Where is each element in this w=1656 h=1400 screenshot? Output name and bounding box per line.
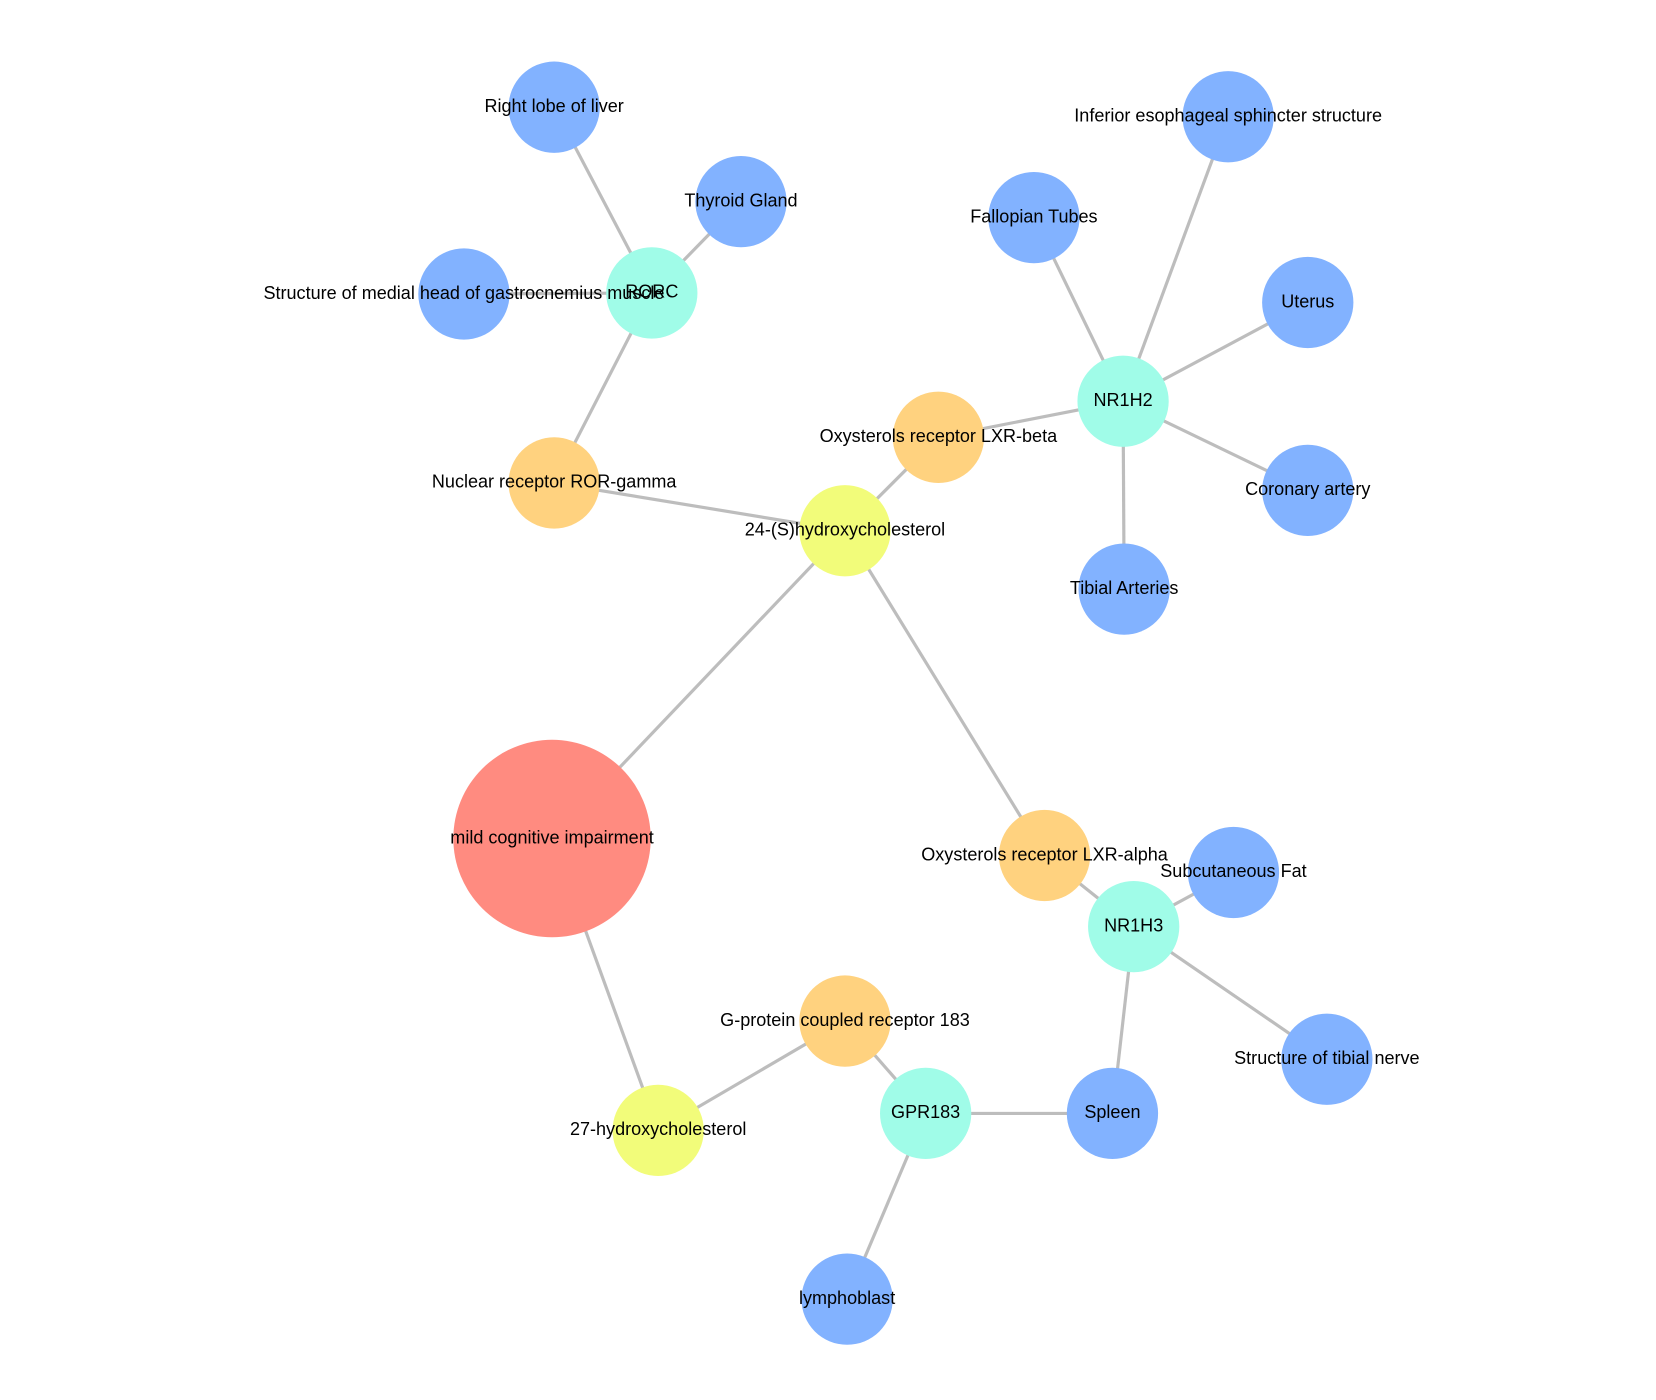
node-label-liver: Right lobe of liver bbox=[484, 96, 623, 116]
node-label-rorg: Nuclear receptor ROR-gamma bbox=[432, 472, 677, 492]
node-label-nr1h2: NR1H2 bbox=[1094, 390, 1153, 410]
nodes-layer bbox=[418, 61, 1373, 1345]
node-label-subq: Subcutaneous Fat bbox=[1160, 861, 1306, 881]
node-label-gpr183p: G-protein coupled receptor 183 bbox=[720, 1010, 970, 1030]
node-label-gastro: Structure of medial head of gastrocnemiu… bbox=[263, 283, 664, 303]
node-label-oh24: 24-(S)hydroxycholesterol bbox=[745, 519, 945, 539]
node-label-tibnerve: Structure of tibial nerve bbox=[1234, 1048, 1419, 1068]
node-label-nr1h3: NR1H3 bbox=[1104, 915, 1163, 935]
node-label-uterus: Uterus bbox=[1281, 291, 1334, 311]
edge-oh24-lxra bbox=[843, 529, 1046, 857]
node-label-fallopian: Fallopian Tubes bbox=[970, 206, 1097, 226]
node-label-lxrb: Oxysterols receptor LXR-beta bbox=[820, 426, 1058, 446]
node-label-oh27: 27-hydroxycholesterol bbox=[570, 1119, 746, 1139]
node-label-lympho: lymphoblast bbox=[799, 1288, 895, 1308]
node-label-lxra: Oxysterols receptor LXR-alpha bbox=[921, 844, 1169, 864]
network-diagram: mild cognitive impairment 24-(S)hydroxych… bbox=[263, 61, 1420, 1345]
node-label-esoph: Inferior esophageal sphincter structure bbox=[1074, 106, 1382, 126]
node-label-tibart: Tibial Arteries bbox=[1070, 578, 1179, 598]
node-label-spleen: Spleen bbox=[1084, 1102, 1140, 1122]
node-label-coronary: Coronary artery bbox=[1245, 479, 1370, 499]
node-label-thyroid: Thyroid Gland bbox=[684, 190, 797, 210]
node-label-mci: mild cognitive impairment bbox=[450, 827, 653, 847]
node-label-gpr183g: GPR183 bbox=[891, 1102, 960, 1122]
